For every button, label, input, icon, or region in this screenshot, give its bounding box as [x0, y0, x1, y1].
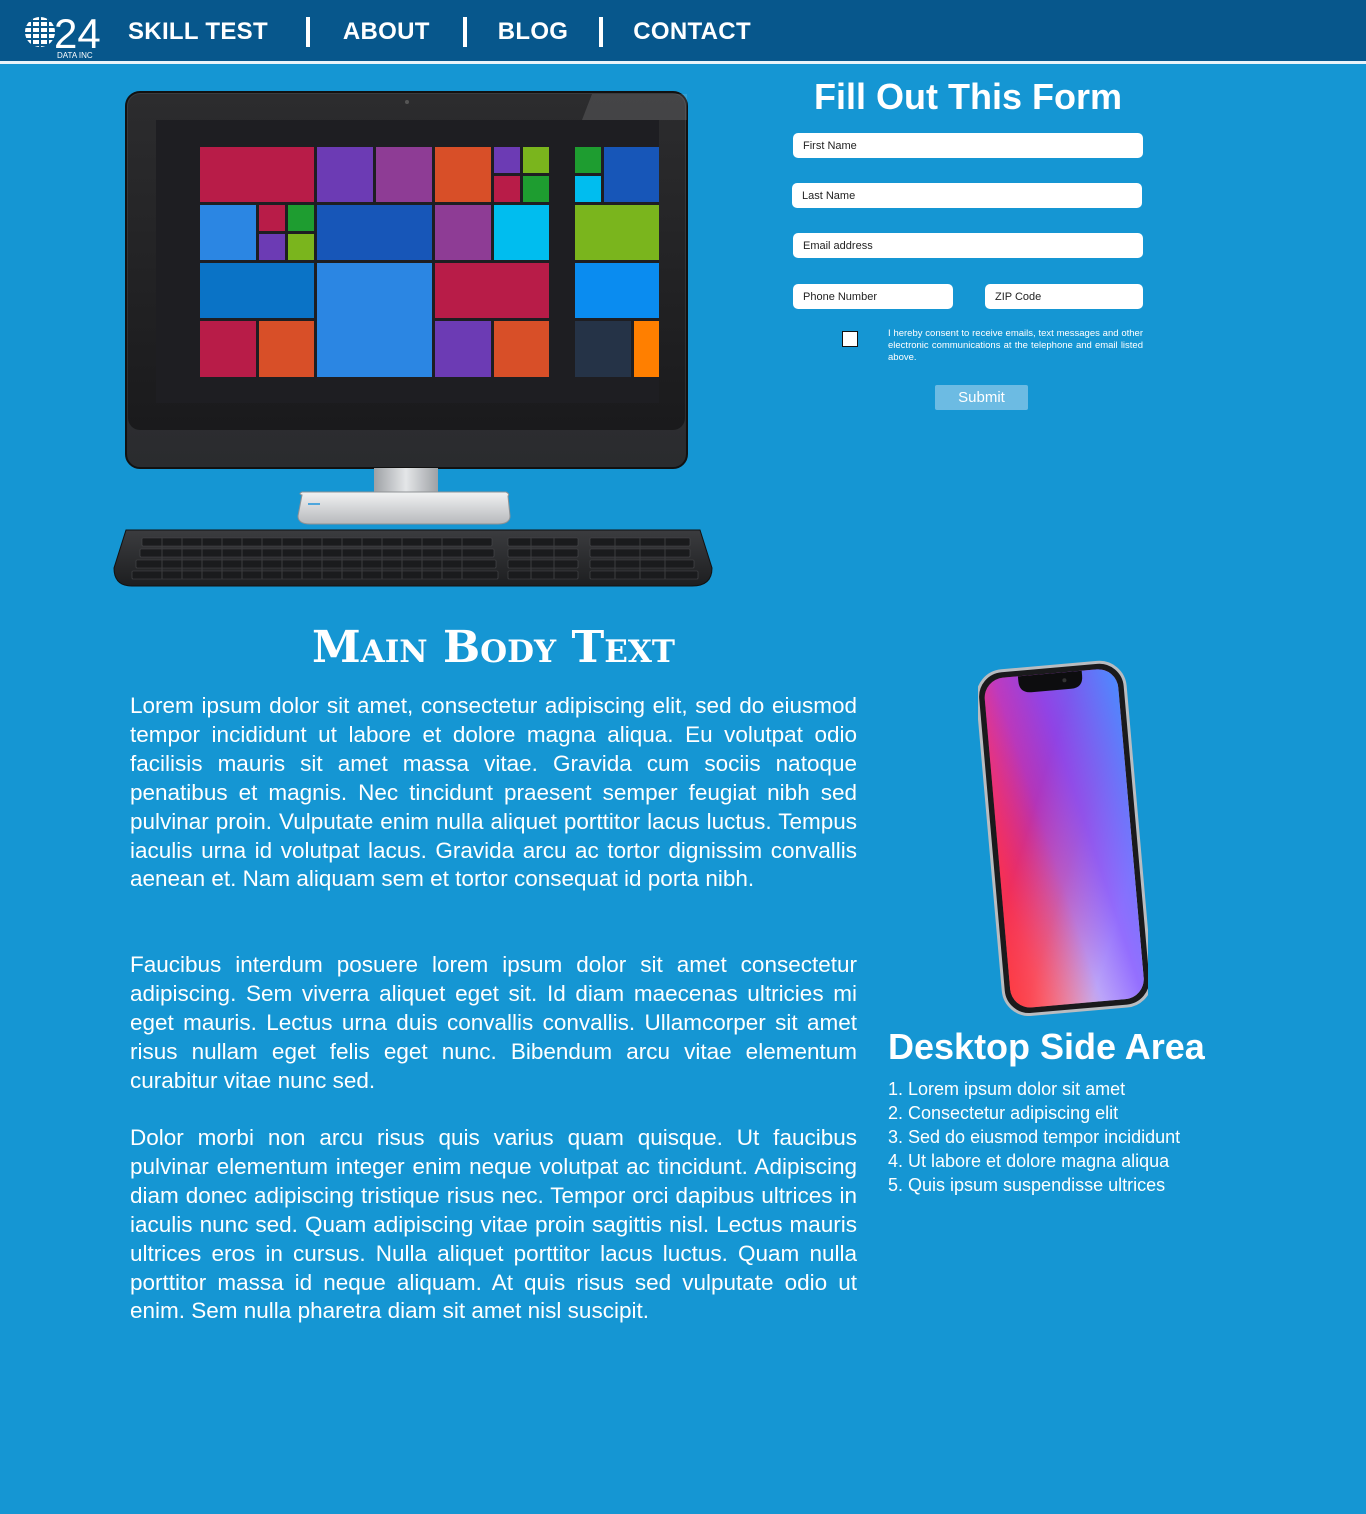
- body-paragraph: Faucibus interdum posuere lorem ipsum do…: [130, 952, 857, 1093]
- side-list-item: 5. Quis ipsum suspendisse ultrices: [888, 1175, 1166, 1195]
- svg-text:24: 24: [54, 10, 101, 57]
- desktop-computer-icon: [113, 91, 713, 587]
- body-paragraph: Dolor morbi non arcu risus quis varius q…: [130, 1125, 857, 1324]
- body-paragraph: Lorem ipsum dolor sit amet, consectetur …: [130, 693, 857, 892]
- side-list-item: 1. Lorem ipsum dolor sit amet: [888, 1079, 1126, 1099]
- brand-logo[interactable]: 24 DATA INC: [24, 5, 104, 61]
- site-header: 24 DATA INC SKILL TEST ABOUT BLOG CONTAC…: [0, 0, 1366, 64]
- consent-text: I hereby consent to receive emails, text…: [888, 328, 1143, 363]
- side-list-item: 2. Consectetur adipiscing elit: [888, 1103, 1119, 1123]
- svg-text:DATA INC: DATA INC: [57, 51, 93, 60]
- smartphone-image: [976, 656, 1153, 1017]
- nav-divider: [599, 17, 604, 47]
- side-list-item: 4. Ut labore et dolore magna aliqua: [888, 1151, 1170, 1171]
- nav-about[interactable]: ABOUT: [343, 18, 430, 46]
- side-list: 1. Lorem ipsum dolor sit amet 2. Consect…: [888, 1077, 1180, 1197]
- last-name-input[interactable]: [792, 183, 1142, 208]
- desktop-computer-image: [112, 90, 714, 590]
- main-title: Main Body Text: [312, 622, 675, 673]
- nav-blog[interactable]: BLOG: [498, 18, 569, 46]
- phone-number-input[interactable]: [793, 284, 953, 309]
- submit-button[interactable]: Submit: [935, 385, 1028, 410]
- side-area-title: Desktop Side Area: [888, 1026, 1205, 1067]
- form-title: Fill Out This Form: [814, 76, 1122, 117]
- main-nav: SKILL TEST ABOUT BLOG CONTACT: [128, 0, 751, 64]
- email-input[interactable]: [793, 233, 1143, 258]
- consent-checkbox[interactable]: [842, 331, 858, 347]
- nav-divider: [305, 17, 310, 47]
- nav-divider: [462, 17, 467, 47]
- globe-icon: 24 DATA INC: [25, 10, 101, 60]
- first-name-input[interactable]: [793, 133, 1143, 158]
- smartphone-icon: [976, 660, 1153, 1017]
- nav-skill-test[interactable]: SKILL TEST: [128, 18, 268, 46]
- zip-code-input[interactable]: [985, 284, 1143, 309]
- nav-contact[interactable]: CONTACT: [633, 18, 751, 46]
- side-list-item: 3. Sed do eiusmod tempor incididunt: [888, 1127, 1181, 1147]
